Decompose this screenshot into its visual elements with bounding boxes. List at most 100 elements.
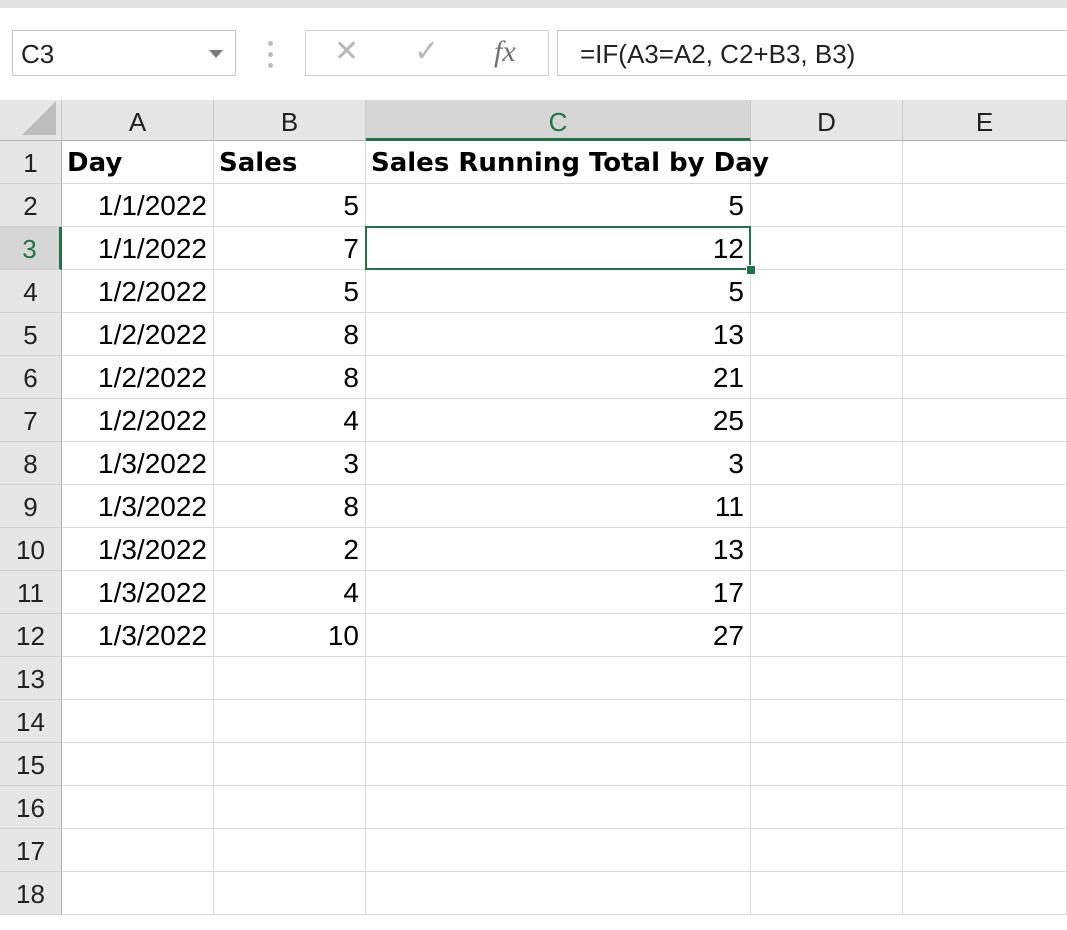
cell-b17[interactable] — [214, 829, 366, 872]
row-header-10[interactable]: 10 — [0, 528, 62, 571]
row-header-12[interactable]: 12 — [0, 614, 62, 657]
cell-e18[interactable] — [903, 872, 1067, 915]
cell-d2[interactable] — [751, 184, 903, 227]
cell-d18[interactable] — [751, 872, 903, 915]
cell-e9[interactable] — [903, 485, 1067, 528]
cell-e8[interactable] — [903, 442, 1067, 485]
cell-c12[interactable]: 27 — [366, 614, 751, 657]
row-header-2[interactable]: 2 — [0, 184, 62, 227]
cell-a6[interactable]: 1/2/2022 — [62, 356, 214, 399]
cell-c17[interactable] — [366, 829, 751, 872]
cell-c9[interactable]: 11 — [366, 485, 751, 528]
column-header-d[interactable]: D — [751, 100, 903, 141]
cell-a11[interactable]: 1/3/2022 — [62, 571, 214, 614]
cell-c18[interactable] — [366, 872, 751, 915]
cell-b6[interactable]: 8 — [214, 356, 366, 399]
cell-a13[interactable] — [62, 657, 214, 700]
cell-d10[interactable] — [751, 528, 903, 571]
cell-e2[interactable] — [903, 184, 1067, 227]
column-header-a[interactable]: A — [62, 100, 214, 141]
cell-b10[interactable]: 2 — [214, 528, 366, 571]
cell-b1[interactable]: Sales — [214, 141, 366, 184]
row-header-7[interactable]: 7 — [0, 399, 62, 442]
cell-c4[interactable]: 5 — [366, 270, 751, 313]
cell-b8[interactable]: 3 — [214, 442, 366, 485]
cell-a14[interactable] — [62, 700, 214, 743]
cell-a1[interactable]: Day — [62, 141, 214, 184]
cell-a17[interactable] — [62, 829, 214, 872]
cell-b3[interactable]: 7 — [214, 227, 366, 270]
row-header-4[interactable]: 4 — [0, 270, 62, 313]
cell-a9[interactable]: 1/3/2022 — [62, 485, 214, 528]
cell-a8[interactable]: 1/3/2022 — [62, 442, 214, 485]
cell-a3[interactable]: 1/1/2022 — [62, 227, 214, 270]
enter-check-icon[interactable]: ✓ — [414, 37, 439, 67]
cell-b16[interactable] — [214, 786, 366, 829]
cell-d11[interactable] — [751, 571, 903, 614]
cell-c13[interactable] — [366, 657, 751, 700]
cell-b14[interactable] — [214, 700, 366, 743]
drag-handle-icon[interactable] — [268, 41, 273, 71]
cell-b9[interactable]: 8 — [214, 485, 366, 528]
cell-d12[interactable] — [751, 614, 903, 657]
cell-d14[interactable] — [751, 700, 903, 743]
insert-function-icon[interactable]: fx — [494, 37, 516, 67]
cell-e1[interactable] — [903, 141, 1067, 184]
cell-d15[interactable] — [751, 743, 903, 786]
row-header-5[interactable]: 5 — [0, 313, 62, 356]
fill-handle[interactable] — [746, 265, 756, 275]
cell-e12[interactable] — [903, 614, 1067, 657]
cell-a12[interactable]: 1/3/2022 — [62, 614, 214, 657]
row-header-13[interactable]: 13 — [0, 657, 62, 700]
row-header-17[interactable]: 17 — [0, 829, 62, 872]
cell-e17[interactable] — [903, 829, 1067, 872]
row-header-14[interactable]: 14 — [0, 700, 62, 743]
cell-c14[interactable] — [366, 700, 751, 743]
row-header-11[interactable]: 11 — [0, 571, 62, 614]
cell-a5[interactable]: 1/2/2022 — [62, 313, 214, 356]
cell-a10[interactable]: 1/3/2022 — [62, 528, 214, 571]
chevron-down-icon[interactable] — [209, 50, 223, 58]
cell-c16[interactable] — [366, 786, 751, 829]
cell-e10[interactable] — [903, 528, 1067, 571]
cell-c7[interactable]: 25 — [366, 399, 751, 442]
row-header-18[interactable]: 18 — [0, 872, 62, 915]
column-header-e[interactable]: E — [903, 100, 1067, 141]
cell-d3[interactable] — [751, 227, 903, 270]
select-all-button[interactable] — [0, 100, 62, 141]
cell-d8[interactable] — [751, 442, 903, 485]
row-header-3[interactable]: 3 — [0, 227, 62, 270]
cell-c6[interactable]: 21 — [366, 356, 751, 399]
cell-b4[interactable]: 5 — [214, 270, 366, 313]
cell-d6[interactable] — [751, 356, 903, 399]
cell-c10[interactable]: 13 — [366, 528, 751, 571]
cell-e4[interactable] — [903, 270, 1067, 313]
cell-b12[interactable]: 10 — [214, 614, 366, 657]
cell-c3[interactable]: 12 — [366, 227, 751, 270]
cell-b15[interactable] — [214, 743, 366, 786]
cell-a7[interactable]: 1/2/2022 — [62, 399, 214, 442]
name-box[interactable]: C3 — [12, 30, 236, 76]
cell-e7[interactable] — [903, 399, 1067, 442]
cell-d13[interactable] — [751, 657, 903, 700]
cell-a18[interactable] — [62, 872, 214, 915]
column-header-b[interactable]: B — [214, 100, 366, 141]
cell-d7[interactable] — [751, 399, 903, 442]
cell-b7[interactable]: 4 — [214, 399, 366, 442]
formula-input[interactable]: =IF(A3=A2, C2+B3, B3) — [557, 30, 1067, 76]
row-header-9[interactable]: 9 — [0, 485, 62, 528]
row-header-6[interactable]: 6 — [0, 356, 62, 399]
column-header-c[interactable]: C — [366, 100, 751, 141]
cell-a16[interactable] — [62, 786, 214, 829]
cancel-icon[interactable]: ✕ — [334, 37, 359, 67]
cell-b11[interactable]: 4 — [214, 571, 366, 614]
cell-d5[interactable] — [751, 313, 903, 356]
cell-c15[interactable] — [366, 743, 751, 786]
cell-e13[interactable] — [903, 657, 1067, 700]
cell-c11[interactable]: 17 — [366, 571, 751, 614]
row-header-16[interactable]: 16 — [0, 786, 62, 829]
cell-c1[interactable]: Sales Running Total by Day — [366, 141, 769, 184]
cell-e5[interactable] — [903, 313, 1067, 356]
cell-c2[interactable]: 5 — [366, 184, 751, 227]
cell-a15[interactable] — [62, 743, 214, 786]
